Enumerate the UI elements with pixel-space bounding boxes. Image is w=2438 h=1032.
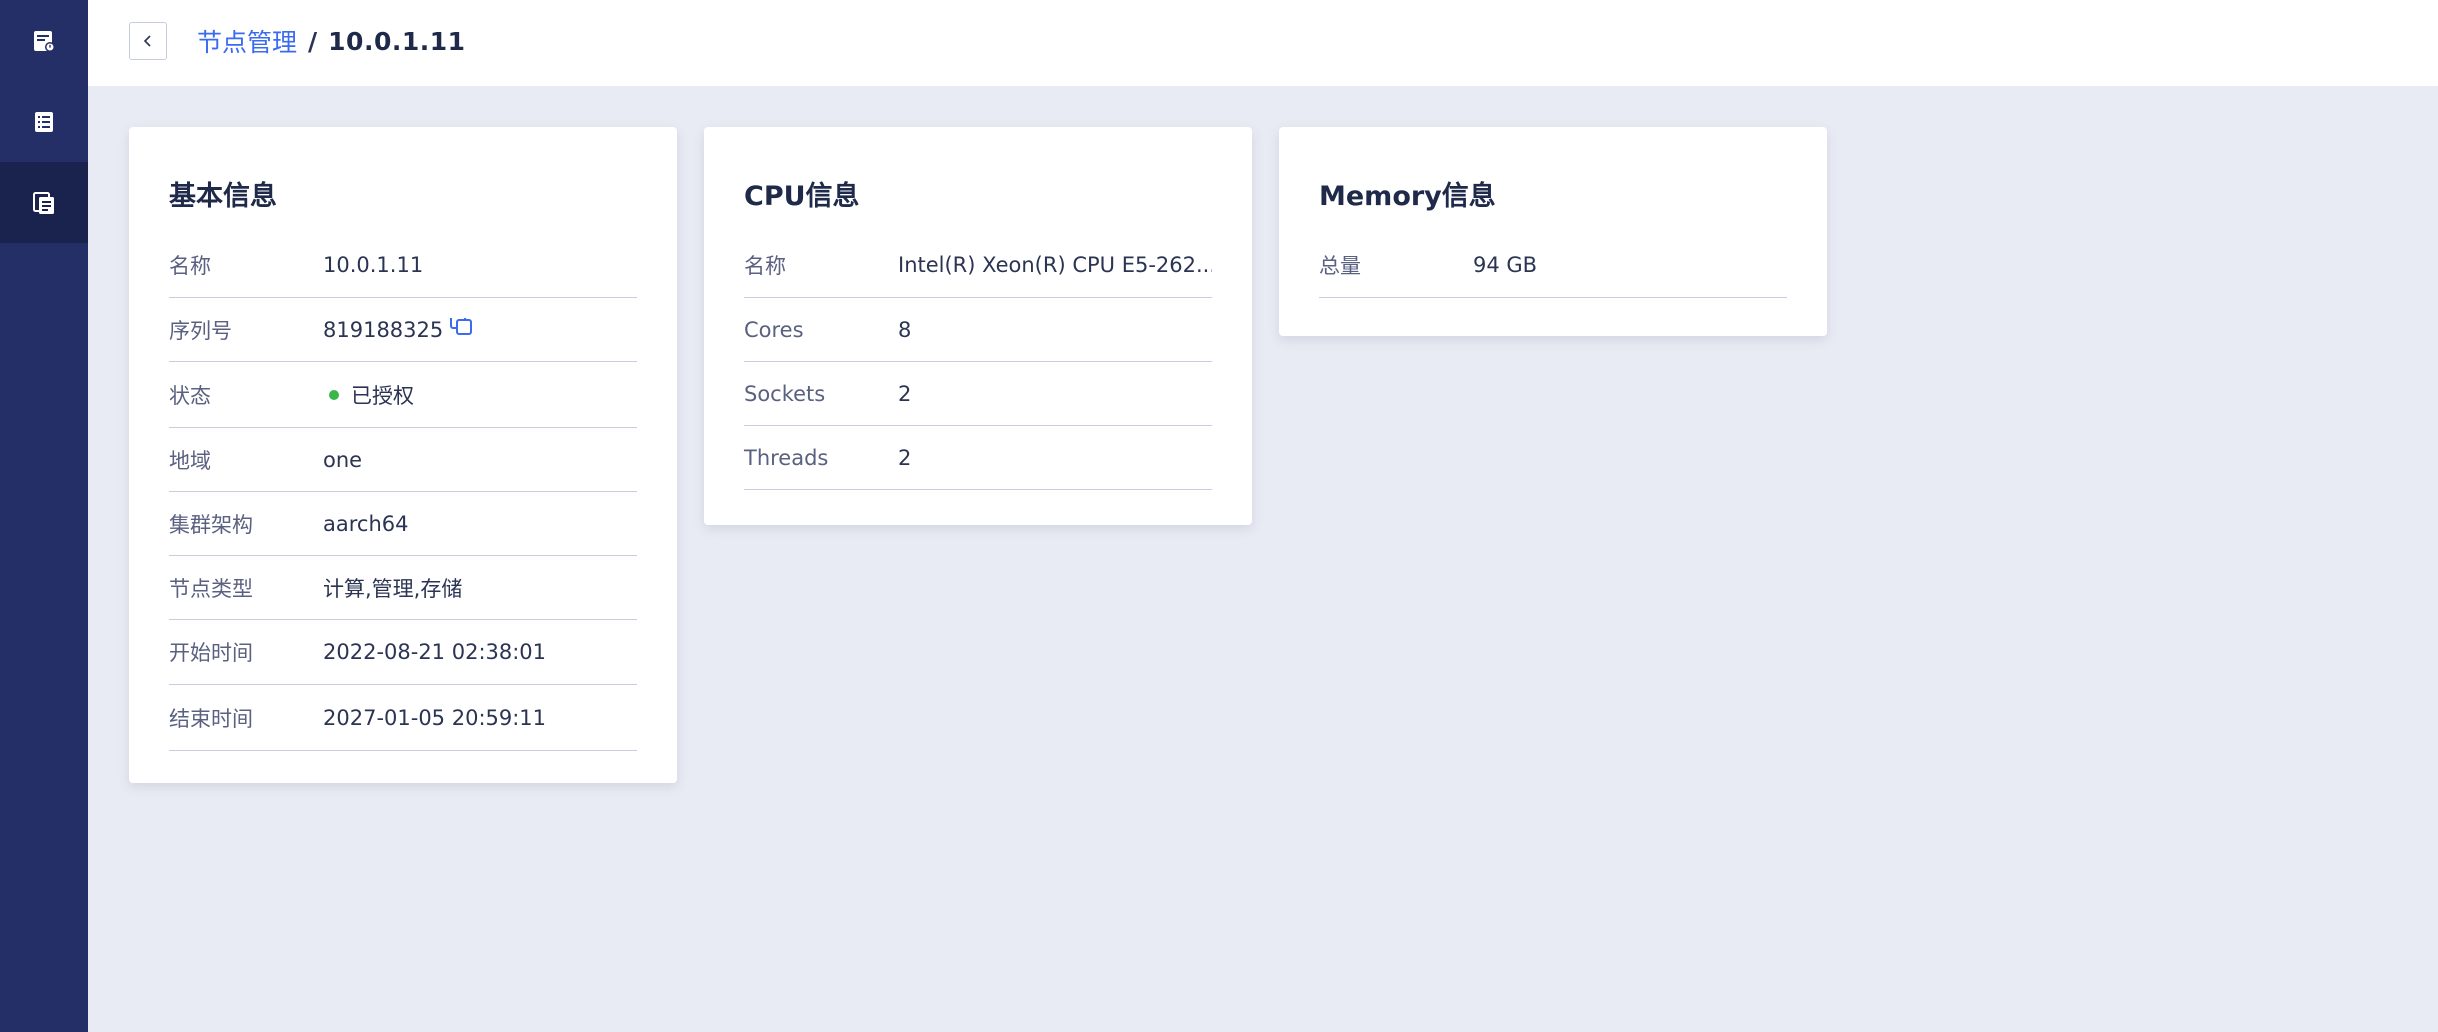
list-icon <box>35 111 53 132</box>
status-dot-icon <box>329 389 339 400</box>
top-bar: 节点管理 / 10.0.1.11 <box>88 0 2438 86</box>
info-row-region: 地域 one <box>169 428 637 492</box>
report-icon <box>34 30 55 52</box>
row-label: 序列号 <box>169 318 232 343</box>
row-value: one <box>323 447 363 472</box>
row-label: 节点类型 <box>169 576 253 601</box>
card-title: CPU信息 <box>744 181 860 212</box>
info-row-node-type: 节点类型 计算,管理,存储 <box>169 556 637 620</box>
sidebar-item-list[interactable] <box>0 81 88 162</box>
row-label: Threads <box>744 445 829 470</box>
row-value: 2 <box>898 381 912 406</box>
row-value: Intel(R) Xeon(R) CPU E5-262... <box>898 253 1212 277</box>
breadcrumb-separator: / <box>308 26 318 56</box>
info-row-serial: 序列号 819188325 <box>169 298 637 362</box>
info-row-start-time: 开始时间 2022-08-21 02:38:01 <box>169 620 637 685</box>
memory-info-card: Memory信息 总量 94 GB <box>1279 127 1827 336</box>
row-value: 2022-08-21 02:38:01 <box>323 640 547 664</box>
row-label: Cores <box>744 317 804 342</box>
copy-icon[interactable] <box>449 317 473 336</box>
cpu-row-threads: Threads 2 <box>744 426 1212 490</box>
row-label: 状态 <box>169 383 211 408</box>
memory-row-total: 总量 94 GB <box>1319 233 1787 298</box>
cpu-row-name: 名称 Intel(R) Xeon(R) CPU E5-262... <box>744 233 1212 298</box>
row-label: 地域 <box>169 448 211 473</box>
serial-number: 819188325 <box>323 317 444 342</box>
cpu-info-card: CPU信息 名称 Intel(R) Xeon(R) CPU E5-262... … <box>704 127 1252 525</box>
row-label: 名称 <box>744 254 786 278</box>
row-label: 总量 <box>1319 254 1361 278</box>
info-row-end-time: 结束时间 2027-01-05 20:59:11 <box>169 685 637 751</box>
row-value: 计算,管理,存储 <box>323 576 463 601</box>
sidebar-item-nodes[interactable] <box>0 162 88 243</box>
cpu-row-cores: Cores 8 <box>744 298 1212 362</box>
nodes-icon <box>33 191 54 214</box>
row-value: 2 <box>898 445 912 470</box>
breadcrumb: 节点管理 / 10.0.1.11 <box>197 24 466 58</box>
card-title: Memory信息 <box>1319 181 1496 212</box>
row-value: 已授权 <box>323 380 637 410</box>
status-text: 已授权 <box>351 383 414 408</box>
info-row-name: 名称 10.0.1.11 <box>169 233 637 298</box>
row-value: 10.0.1.11 <box>323 253 424 277</box>
row-value: 94 GB <box>1473 253 1538 277</box>
row-label: 开始时间 <box>169 641 253 665</box>
row-value: 2027-01-05 20:59:11 <box>323 705 547 730</box>
row-label: 名称 <box>169 254 211 278</box>
row-value: 819188325 <box>323 317 637 342</box>
breadcrumb-current: 10.0.1.11 <box>328 26 466 56</box>
row-value: aarch64 <box>323 511 409 536</box>
breadcrumb-parent-link[interactable]: 节点管理 <box>197 23 297 59</box>
card-title: 基本信息 <box>169 181 277 212</box>
sidebar-item-report[interactable] <box>0 0 88 81</box>
row-label: Sockets <box>744 381 826 406</box>
basic-info-card: 基本信息 名称 10.0.1.11 序列号 819188325 状态 已授权 地… <box>129 127 677 783</box>
row-label: 集群架构 <box>169 512 253 537</box>
cpu-row-sockets: Sockets 2 <box>744 362 1212 426</box>
row-label: 结束时间 <box>169 706 253 731</box>
info-row-arch: 集群架构 aarch64 <box>169 492 637 556</box>
chevron-left-icon <box>143 35 151 47</box>
row-value: 8 <box>898 317 912 342</box>
sidebar <box>0 0 88 1032</box>
info-row-status: 状态 已授权 <box>169 362 637 428</box>
back-button[interactable] <box>129 22 167 60</box>
